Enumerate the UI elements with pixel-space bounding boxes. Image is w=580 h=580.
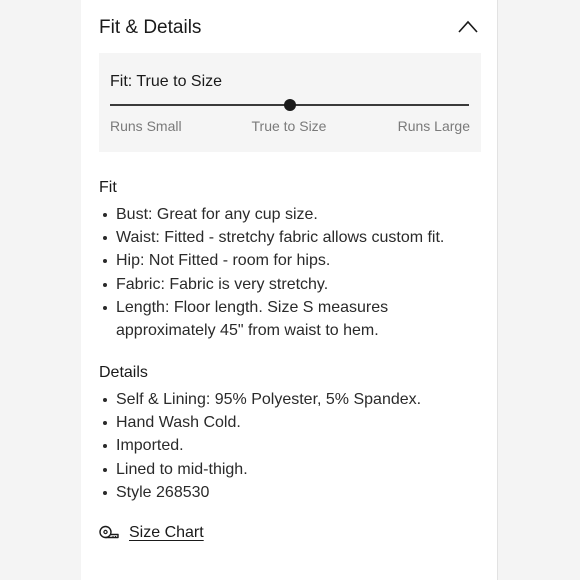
bullet-icon xyxy=(103,259,107,264)
fit-heading: Fit xyxy=(99,179,117,196)
list-item: Hip: Not Fitted - room for hips. xyxy=(99,249,479,272)
list-item: Style 268530 xyxy=(99,481,479,504)
bullet-icon xyxy=(103,305,107,310)
fit-list: Bust: Great for any cup size. Waist: Fit… xyxy=(99,203,479,342)
details-heading: Details xyxy=(99,364,148,381)
fit-scale-title: Fit: True to Size xyxy=(110,73,223,90)
bullet-icon xyxy=(103,282,107,287)
bullet-icon xyxy=(103,398,107,402)
list-item: Fabric: Fabric is very stretchy. xyxy=(99,273,479,296)
fit-details-panel: Fit & Details Fit: True to Size Runs Sma… xyxy=(81,0,498,580)
details-item-text: Hand Wash Cold. xyxy=(116,414,241,432)
list-item: Bust: Great for any cup size. xyxy=(99,203,479,226)
fit-item-text: Hip: Not Fitted - room for hips. xyxy=(116,252,331,270)
scale-label-runs-large: Runs Large xyxy=(397,118,470,134)
chevron-up-icon xyxy=(458,20,478,33)
section-title: Fit & Details xyxy=(99,17,202,38)
section-header[interactable]: Fit & Details xyxy=(99,16,479,42)
fit-section: Fit Bust: Great for any cup size. Waist:… xyxy=(99,177,479,342)
scale-label-runs-small: Runs Small xyxy=(110,118,182,134)
details-item-text: Self & Lining: 95% Polyester, 5% Spandex… xyxy=(116,391,422,408)
fit-item-text: Bust: Great for any cup size. xyxy=(116,206,318,223)
bullet-icon xyxy=(103,444,107,449)
fit-scale-knob[interactable] xyxy=(283,99,296,111)
details-section: Details Self & Lining: 95% Polyester, 5%… xyxy=(99,362,479,504)
list-item: Length: Floor length. Size S measures ap… xyxy=(99,296,479,342)
fit-item-text: Fabric: Fabric is very stretchy. xyxy=(116,275,329,293)
bullet-icon xyxy=(103,467,107,472)
details-item-text: Imported. xyxy=(116,437,184,455)
fit-item-text: Length: Floor length. Size S measures ap… xyxy=(116,298,389,340)
list-item: Lined to mid-thigh. xyxy=(99,458,479,481)
details-item-text: Lined to mid-thigh. xyxy=(116,460,248,478)
list-item: Waist: Fitted - stretchy fabric allows c… xyxy=(99,226,479,249)
fit-scale-box: Fit: True to Size Runs Small True to Siz… xyxy=(99,53,481,152)
details-list: Self & Lining: 95% Polyester, 5% Spandex… xyxy=(99,388,479,504)
scale-label-true-to-size: True to Size xyxy=(251,118,327,134)
size-chart-link[interactable]: Size Chart xyxy=(99,521,204,545)
bullet-icon xyxy=(103,421,107,426)
bullet-icon xyxy=(103,490,107,495)
details-item-text: Style 268530 xyxy=(116,483,210,501)
list-item: Hand Wash Cold. xyxy=(99,411,479,434)
fit-scale-slider[interactable] xyxy=(110,98,469,112)
list-item: Imported. xyxy=(99,434,479,457)
bullet-icon xyxy=(103,213,107,217)
fit-item-text: Waist: Fitted - stretchy fabric allows c… xyxy=(116,229,445,247)
tape-measure-icon xyxy=(99,525,119,539)
collapse-button[interactable] xyxy=(457,18,479,36)
size-chart-label[interactable]: Size Chart xyxy=(129,522,204,544)
bullet-icon xyxy=(103,236,107,241)
list-item: Self & Lining: 95% Polyester, 5% Spandex… xyxy=(99,388,479,411)
